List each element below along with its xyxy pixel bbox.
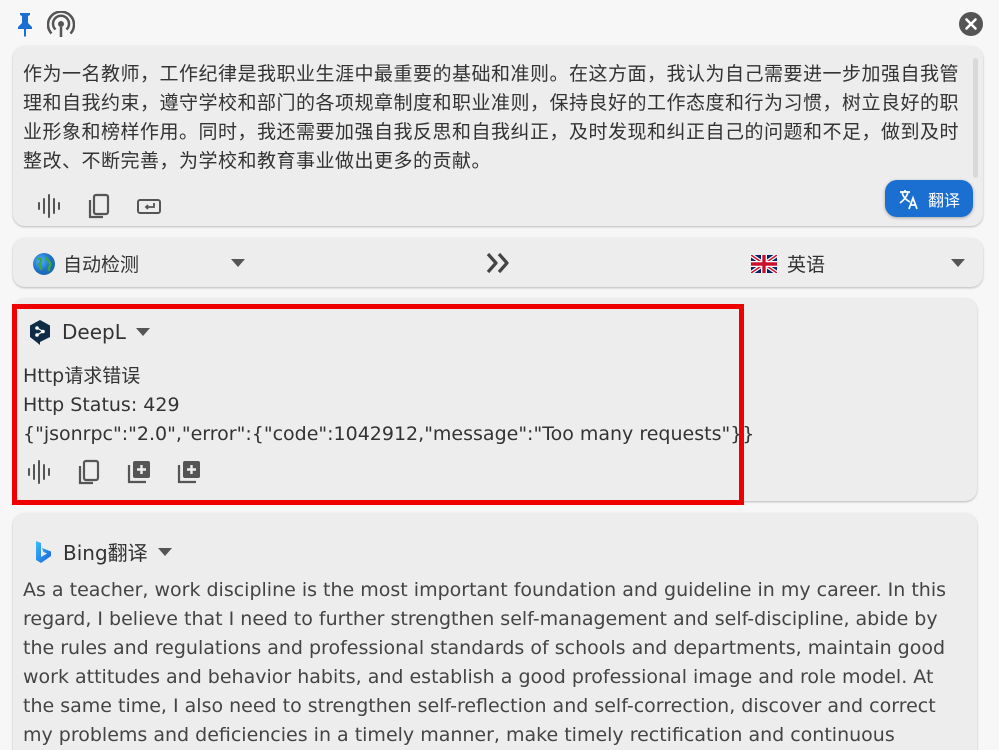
source-text-area[interactable]: 作为一名教师，工作纪律是我职业生涯中最重要的基础和准则。在这方面，我认为自己需要… [23, 60, 961, 176]
bing-translation-text: As a teacher, work discipline is the mos… [23, 579, 947, 746]
double-chevron-right-icon[interactable] [485, 251, 513, 275]
target-language-label: 英语 [787, 254, 826, 276]
language-bar: 自动检测 英语 [13, 238, 983, 287]
chevron-down-icon [157, 547, 172, 556]
scrollbar[interactable] [973, 58, 978, 178]
chevron-down-icon[interactable] [951, 259, 965, 267]
globe-icon [33, 252, 55, 275]
translate-icon [899, 189, 918, 209]
source-panel: 作为一名教师，工作纪律是我职业生涯中最重要的基础和准则。在这方面，我认为自己需要… [13, 46, 983, 226]
close-icon[interactable] [958, 11, 984, 37]
broadcast-icon[interactable] [47, 11, 75, 39]
highlight-box [12, 304, 744, 505]
speaker-wave-icon[interactable] [35, 192, 63, 220]
target-language-select[interactable]: 英语 [751, 250, 825, 277]
bing-logo-icon [36, 540, 51, 563]
source-language-label: 自动检测 [63, 254, 140, 276]
top-bar [0, 0, 999, 46]
translate-button[interactable]: 翻译 [885, 180, 973, 217]
pin-icon[interactable] [14, 11, 36, 37]
bing-service-select[interactable]: Bing翻译 [33, 537, 172, 566]
chevron-down-icon[interactable] [231, 259, 245, 267]
keyboard-return-icon[interactable] [135, 192, 163, 220]
source-language-select[interactable]: 自动检测 [33, 250, 139, 277]
translate-button-label: 翻译 [927, 190, 960, 210]
bing-result-panel: Bing翻译 As a teacher, work discipline is … [13, 513, 977, 750]
source-toolbar [35, 192, 163, 220]
copy-icon[interactable] [85, 192, 113, 220]
bing-service-name: Bing翻译 [63, 541, 148, 565]
uk-flag-icon [751, 254, 777, 273]
